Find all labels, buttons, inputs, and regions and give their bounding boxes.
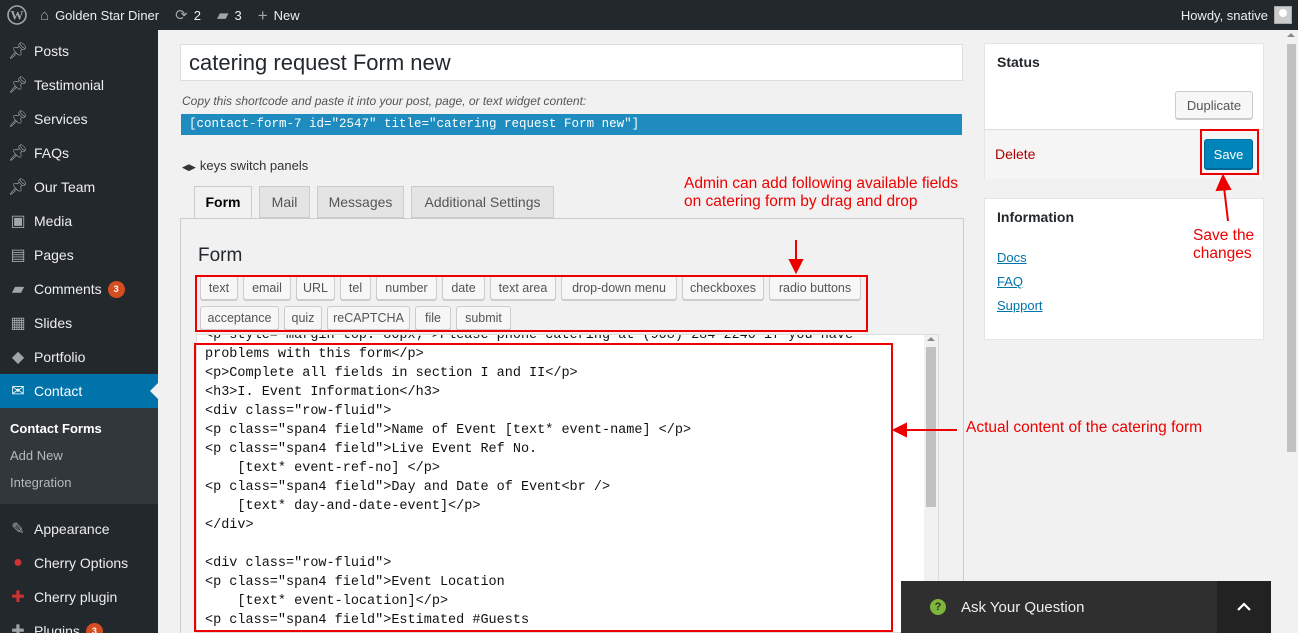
question-icon: ? <box>930 599 946 615</box>
ask-question-label: Ask Your Question <box>961 598 1085 616</box>
annotation-arrows <box>788 173 1232 438</box>
chevron-up-icon[interactable] <box>1217 581 1271 633</box>
save-arrow-head <box>1215 173 1232 192</box>
fields-arrow-head <box>788 259 804 275</box>
save-arrow-line <box>1223 186 1229 222</box>
content-arrow-head <box>891 422 907 438</box>
ask-question-widget[interactable]: ? Ask Your Question <box>901 581 1271 633</box>
